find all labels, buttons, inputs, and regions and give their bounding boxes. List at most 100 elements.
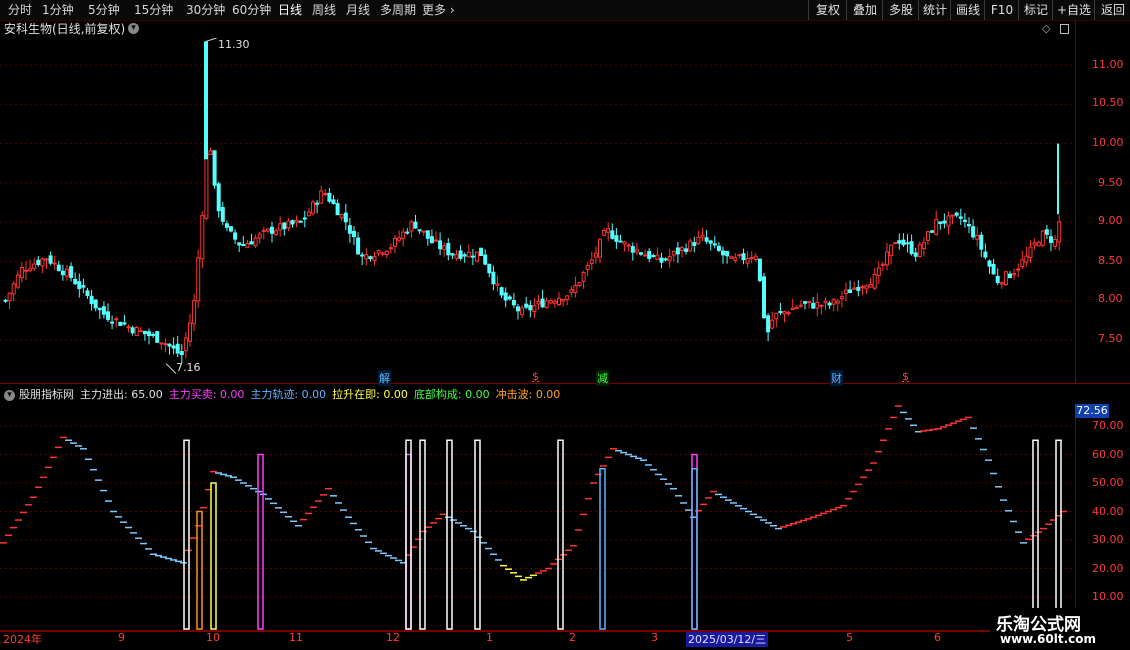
- indicator-tick: 10.00: [1092, 590, 1124, 603]
- candle-body: [606, 228, 611, 233]
- f10-button[interactable]: F10: [984, 0, 1019, 20]
- signal-bar: [1055, 439, 1062, 630]
- reduce-marker[interactable]: 减: [596, 370, 609, 386]
- high-leader-line: [205, 38, 218, 42]
- indicator-header: ▾ 股朋指标网 主力进出: 65.00 主力买卖: 0.00 主力轨迹: 0.00 拉升在…: [0, 386, 1075, 404]
- candle-body: [581, 272, 586, 282]
- date-label: 9: [118, 631, 125, 644]
- candle-body: [663, 258, 668, 261]
- signal-bar: [691, 468, 698, 630]
- candle-body: [454, 254, 459, 259]
- signal-bar: [257, 453, 264, 630]
- overlay-button[interactable]: 叠加: [846, 0, 883, 20]
- candle-body: [782, 311, 787, 315]
- candle-body: [163, 343, 168, 346]
- candle-body: [680, 247, 684, 252]
- candle-body: [48, 255, 53, 264]
- period-60min-button[interactable]: 60分钟: [232, 0, 271, 20]
- candle-body: [844, 289, 848, 295]
- candle-body: [516, 306, 520, 312]
- candle-body: [803, 301, 807, 304]
- candle-body: [388, 247, 393, 250]
- period-monthly-button[interactable]: 月线: [346, 0, 370, 20]
- candle-body: [278, 223, 283, 231]
- candle-body: [65, 268, 69, 277]
- indicator-item: 主力轨迹: 0.00: [250, 388, 327, 401]
- indicator-name[interactable]: 股朋指标网: [19, 386, 74, 404]
- candle-body: [991, 263, 996, 275]
- back-button[interactable]: 返回: [1094, 0, 1130, 20]
- period-15min-button[interactable]: 15分钟: [134, 0, 173, 20]
- candle-body: [60, 270, 65, 276]
- signal-bar: [419, 439, 426, 630]
- candle-body: [626, 244, 631, 247]
- period-weekly-button[interactable]: 周线: [312, 0, 336, 20]
- multi-stock-button[interactable]: 多股: [882, 0, 919, 20]
- candle-body: [630, 246, 635, 253]
- candle-body: [962, 219, 967, 222]
- candle-body: [335, 203, 340, 216]
- date-label: 2024年: [3, 633, 42, 646]
- candle-body: [651, 255, 656, 258]
- period-5min-button[interactable]: 5分钟: [88, 0, 120, 20]
- chevron-down-icon[interactable]: ▾: [4, 389, 15, 401]
- candle-body: [766, 315, 771, 333]
- date-label: 5: [846, 631, 853, 644]
- date-label: 11: [289, 631, 303, 644]
- candle-body: [983, 251, 988, 258]
- price-tick: 9.00: [1098, 214, 1123, 227]
- candle-body: [696, 236, 701, 245]
- candle-body: [24, 269, 28, 272]
- signal-bar: [210, 482, 217, 630]
- candle-body: [200, 215, 205, 260]
- cursor-date-label: 2025/03/12/三: [686, 631, 769, 647]
- signal-bar: [1032, 439, 1039, 630]
- indicator-tick: 60.00: [1092, 448, 1124, 461]
- candle-body: [397, 237, 402, 241]
- candle-body: [413, 221, 418, 229]
- candle-body: [1016, 268, 1021, 271]
- period-1min-button[interactable]: 1分钟: [42, 0, 74, 20]
- price-tick: 10.00: [1092, 136, 1124, 149]
- candle-body: [339, 213, 344, 219]
- candle-body: [192, 300, 197, 325]
- candle-body: [827, 302, 832, 306]
- signal-bar: [196, 510, 203, 630]
- candle-body: [343, 212, 348, 223]
- candle-body: [999, 282, 1004, 285]
- panel-toggle-icon[interactable]: [1060, 24, 1069, 34]
- candle-body: [1020, 259, 1025, 267]
- candle-body: [721, 250, 725, 256]
- candle-body: [798, 304, 803, 307]
- chevron-down-icon[interactable]: ▾: [128, 23, 139, 34]
- period-intraday-button[interactable]: 分时: [8, 0, 32, 20]
- price-tick: 8.00: [1098, 292, 1123, 305]
- statistics-button[interactable]: 统计: [918, 0, 951, 20]
- candle-body: [380, 252, 385, 255]
- candle-body: [237, 242, 242, 246]
- add-favorite-button[interactable]: +自选: [1052, 0, 1095, 20]
- adjust-button[interactable]: 复权: [808, 0, 847, 20]
- candle-body: [958, 216, 963, 219]
- unlock-marker[interactable]: 解: [378, 370, 391, 386]
- mark-button[interactable]: 标记: [1018, 0, 1053, 20]
- candle-body: [421, 230, 426, 233]
- dividend-marker[interactable]: $: [532, 370, 539, 383]
- period-30min-button[interactable]: 30分钟: [186, 0, 225, 20]
- diamond-icon[interactable]: ◇: [1042, 20, 1050, 38]
- dividend-marker[interactable]: $: [902, 370, 909, 383]
- candle-body: [142, 330, 147, 335]
- period-multi-button[interactable]: 多周期: [380, 0, 416, 20]
- candle-body: [151, 333, 156, 336]
- period-more-button[interactable]: 更多 ›: [422, 0, 455, 20]
- finance-marker[interactable]: 财: [830, 370, 843, 386]
- period-daily-button[interactable]: 日线: [278, 0, 302, 20]
- candle-body: [790, 307, 795, 311]
- candle-body: [741, 253, 746, 261]
- candle-body: [864, 285, 869, 290]
- candle-body: [183, 337, 188, 352]
- indicator-tick: 30.00: [1092, 533, 1124, 546]
- candle-body: [913, 252, 918, 257]
- signal-bar: [474, 439, 481, 630]
- draw-line-button[interactable]: 画线: [950, 0, 985, 20]
